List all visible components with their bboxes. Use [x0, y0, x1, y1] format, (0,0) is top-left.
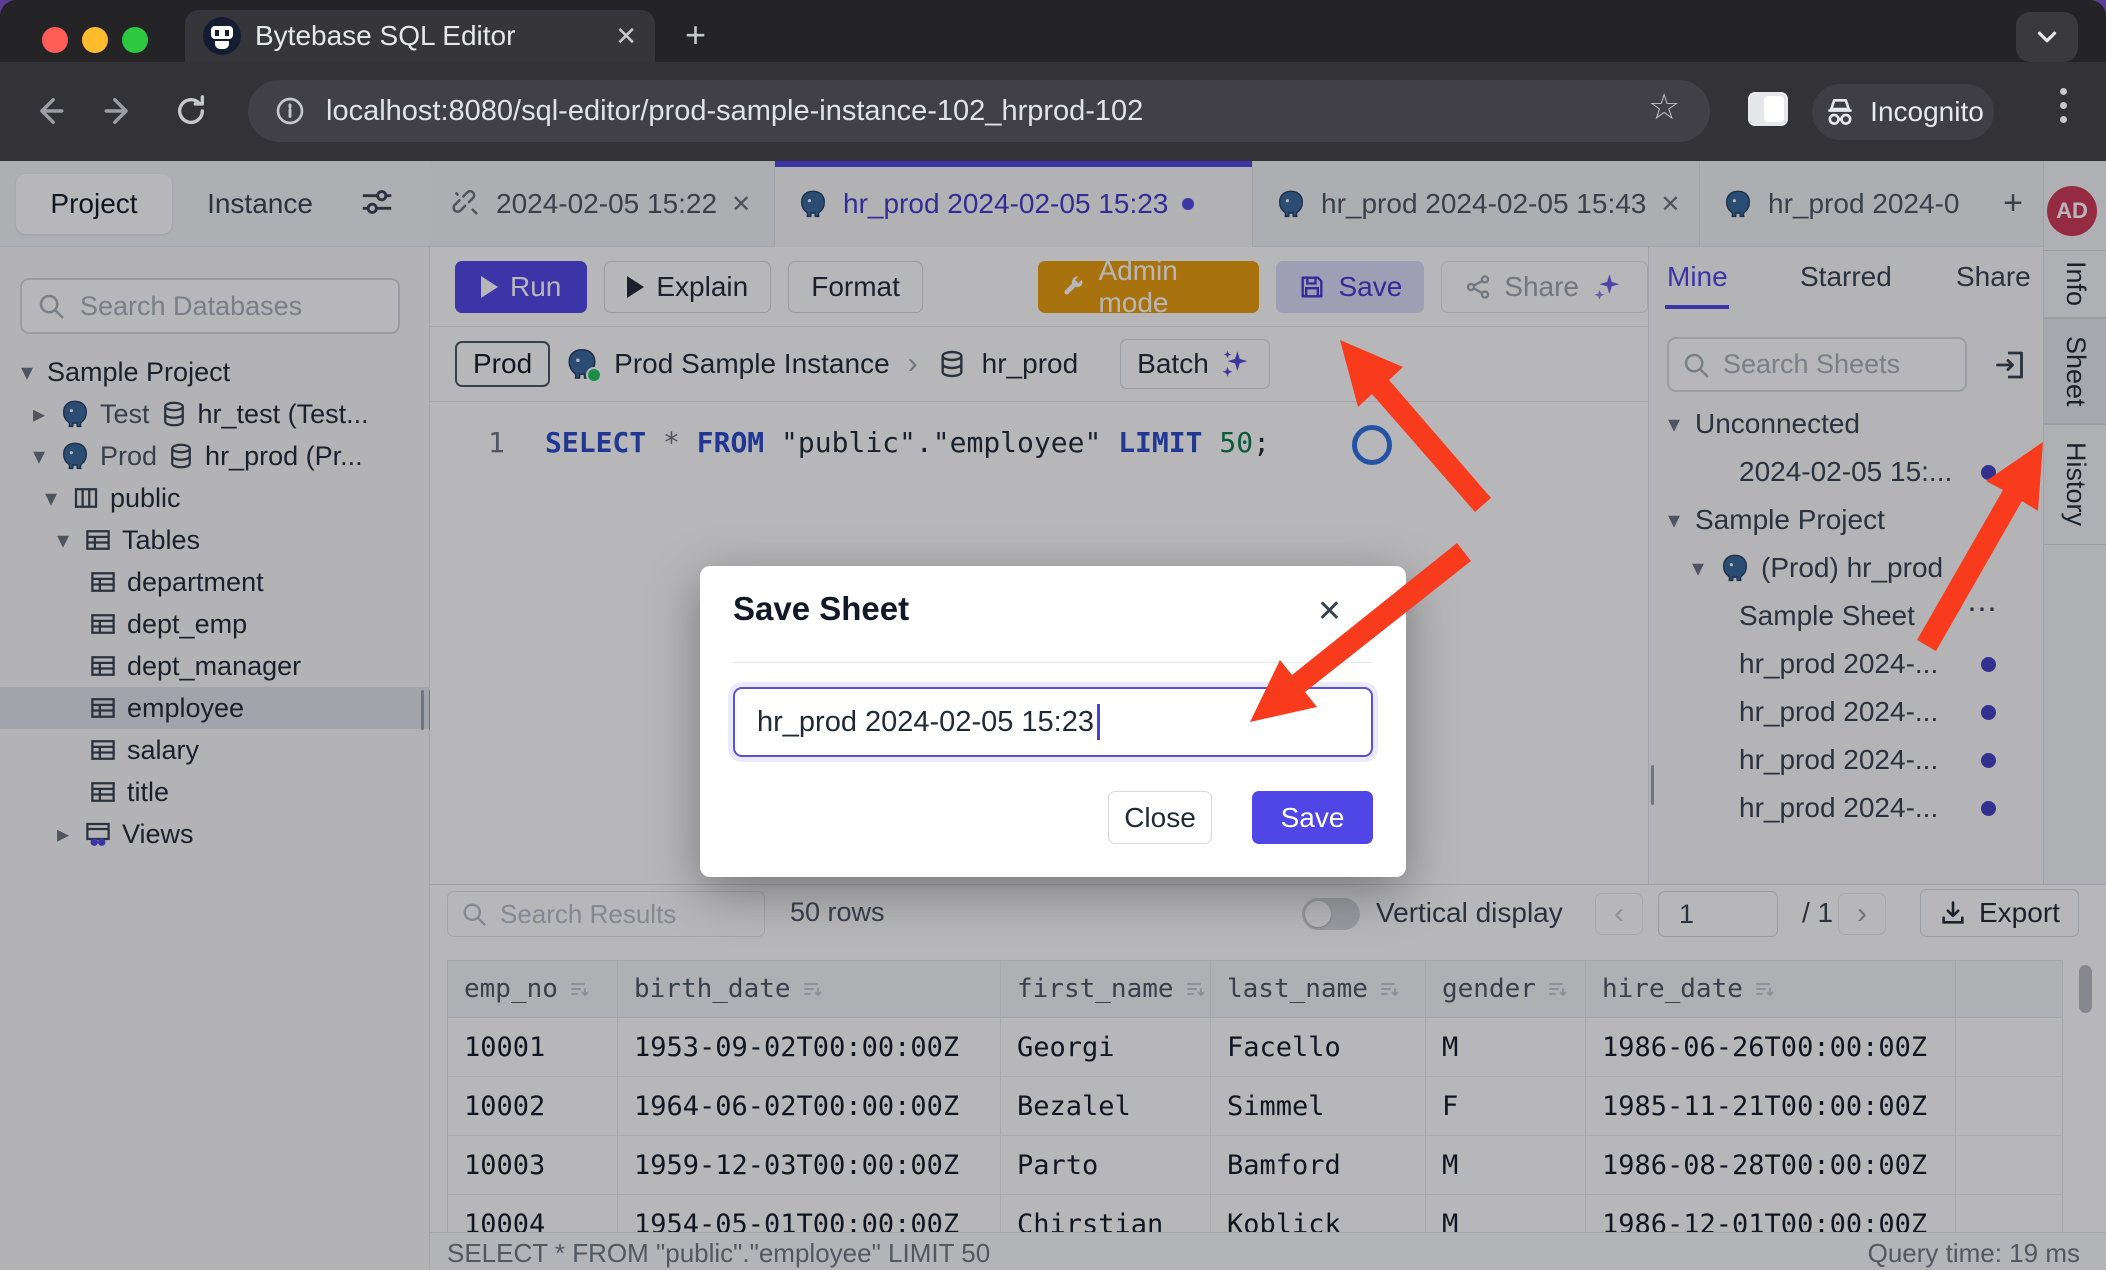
- macos-zoom-button[interactable]: [122, 27, 148, 53]
- browser-titlebar: Bytebase SQL Editor ✕ +: [0, 0, 2106, 62]
- dialog-save-button[interactable]: Save: [1252, 791, 1373, 844]
- text-caret: [1097, 704, 1100, 740]
- dialog-close-button[interactable]: Close: [1108, 791, 1212, 844]
- incognito-label: Incognito: [1870, 96, 1984, 128]
- sheet-name-input[interactable]: hr_prod 2024-02-05 15:23: [733, 687, 1373, 757]
- new-tab-icon[interactable]: +: [685, 14, 706, 56]
- address-bar[interactable]: localhost:8080/sql-editor/prod-sample-in…: [248, 80, 1710, 142]
- dialog-divider: [733, 662, 1373, 663]
- side-panel-icon[interactable]: [1748, 92, 1788, 126]
- forward-icon[interactable]: [96, 88, 142, 134]
- browser-menu-icon[interactable]: [2058, 88, 2068, 123]
- chevron-down-icon: [2032, 22, 2062, 52]
- bytebase-favicon-icon: [203, 17, 241, 55]
- macos-close-button[interactable]: [42, 27, 68, 53]
- browser-toolbar: localhost:8080/sql-editor/prod-sample-in…: [0, 62, 2106, 161]
- macos-minimize-button[interactable]: [82, 27, 108, 53]
- incognito-icon: [1822, 96, 1858, 128]
- reload-icon[interactable]: [168, 88, 214, 134]
- tab-close-icon[interactable]: ✕: [615, 21, 637, 52]
- sheet-name-value: hr_prod 2024-02-05 15:23: [757, 706, 1094, 739]
- browser-tab[interactable]: Bytebase SQL Editor ✕: [185, 10, 655, 62]
- browser-tab-title: Bytebase SQL Editor: [255, 20, 601, 52]
- url-text: localhost:8080/sql-editor/prod-sample-in…: [326, 95, 1143, 128]
- site-info-icon[interactable]: [274, 95, 306, 127]
- incognito-badge: Incognito: [1812, 84, 1994, 140]
- app-window: Bytebase SQL Editor ✕ + localhost:8080/s…: [0, 0, 2106, 1270]
- dialog-title: Save Sheet: [733, 590, 909, 628]
- back-icon[interactable]: [26, 88, 72, 134]
- save-sheet-dialog: Save Sheet ✕ hr_prod 2024-02-05 15:23 Cl…: [700, 566, 1406, 877]
- tab-search-button[interactable]: [2016, 12, 2078, 62]
- bookmark-star-icon[interactable]: ☆: [1648, 86, 1680, 128]
- dialog-close-icon[interactable]: ✕: [1317, 594, 1342, 629]
